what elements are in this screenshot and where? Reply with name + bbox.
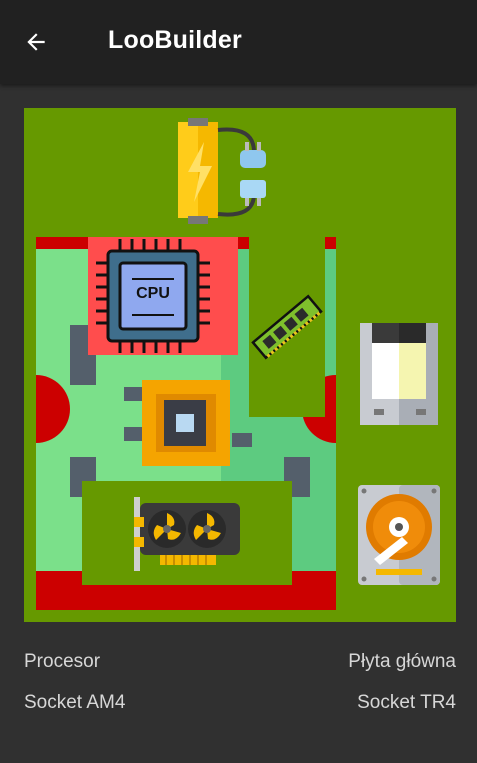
back-button[interactable] (12, 20, 60, 64)
app-bar: LooBuilder (0, 0, 477, 84)
ram-card[interactable] (249, 237, 325, 417)
drive-icon[interactable] (360, 323, 438, 425)
build-canvas: CPU (24, 108, 456, 622)
ram-icon (251, 294, 323, 360)
power-supply-icon[interactable] (174, 118, 274, 226)
processor-label: Procesor (24, 651, 101, 672)
hdd-icon[interactable] (358, 485, 440, 585)
processor-socket-value: Socket AM4 (24, 692, 126, 713)
cpu-chip-label: CPU (136, 285, 170, 302)
spec-values-row: Socket AM4 Socket TR4 (24, 692, 456, 714)
cpu-card[interactable]: CPU (88, 237, 238, 355)
arrow-back-icon (27, 33, 45, 51)
motherboard-label: Płyta główna (348, 651, 456, 672)
chipset-icon (142, 380, 230, 466)
motherboard-socket-value: Socket TR4 (357, 692, 456, 713)
app-title: LooBuilder (108, 26, 242, 54)
spec-labels-row: Procesor Płyta główna (24, 651, 456, 673)
gpu-icon (134, 497, 240, 571)
gpu-card[interactable] (82, 481, 292, 585)
